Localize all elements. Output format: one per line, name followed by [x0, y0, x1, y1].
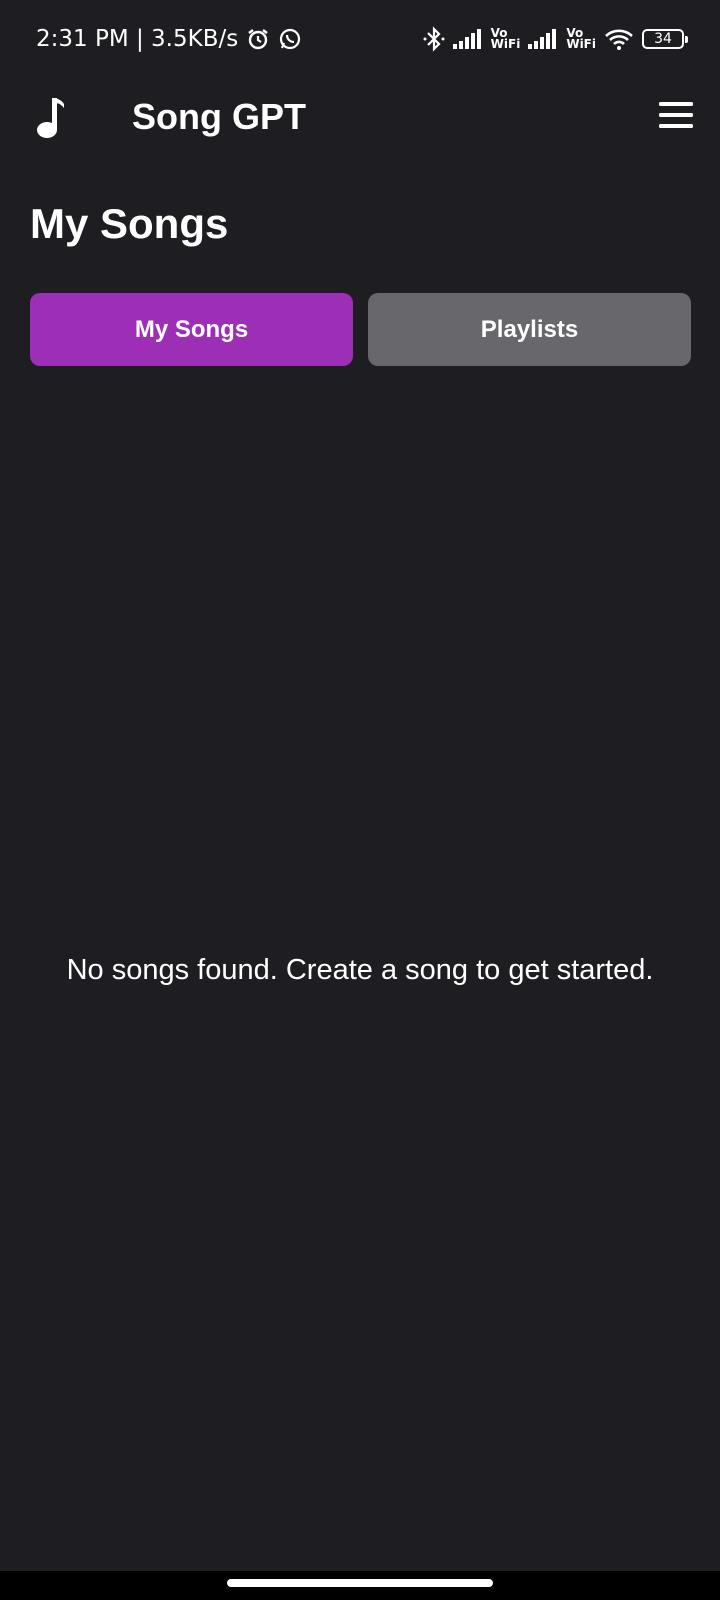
- vowifi-bottom-label: WiFi: [490, 37, 521, 51]
- app-title: Song GPT: [132, 96, 306, 137]
- tab-playlists[interactable]: Playlists: [368, 293, 691, 366]
- vowifi-icon: Vo WiFi: [490, 27, 521, 51]
- tab-playlists-label: Playlists: [480, 315, 579, 343]
- app-bar: Song GPT: [0, 78, 720, 158]
- hamburger-menu-icon[interactable]: [656, 98, 696, 132]
- empty-state-message: No songs found. Create a song to get sta…: [66, 954, 654, 986]
- bluetooth-icon: [423, 26, 445, 52]
- status-time: 2:31 PM | 3.5KB/s: [36, 26, 239, 52]
- battery-icon: 34: [642, 29, 688, 49]
- screen: 2:31 PM | 3.5KB/s Vo WiFi Vo WiFi 34 Son…: [0, 0, 720, 1600]
- page-title: My Songs: [30, 200, 229, 247]
- navigation-bar: [0, 1571, 720, 1600]
- status-left: 2:31 PM | 3.5KB/s: [36, 26, 302, 52]
- status-right: Vo WiFi Vo WiFi 34: [423, 26, 688, 52]
- wifi-icon: [604, 28, 634, 50]
- home-indicator[interactable]: [227, 1579, 493, 1587]
- vowifi-icon: Vo WiFi: [566, 27, 596, 51]
- tab-my-songs-label: My Songs: [134, 315, 249, 343]
- battery-level: 34: [654, 31, 672, 47]
- music-note-icon: [37, 98, 64, 138]
- vowifi-bottom-label: WiFi: [566, 37, 596, 51]
- signal-icon: [528, 29, 558, 49]
- tab-my-songs[interactable]: My Songs: [30, 293, 353, 366]
- signal-icon: [452, 29, 483, 49]
- status-bar: 2:31 PM | 3.5KB/s Vo WiFi Vo WiFi 34: [0, 0, 720, 78]
- whatsapp-icon: [278, 27, 302, 51]
- alarm-icon: [246, 27, 270, 51]
